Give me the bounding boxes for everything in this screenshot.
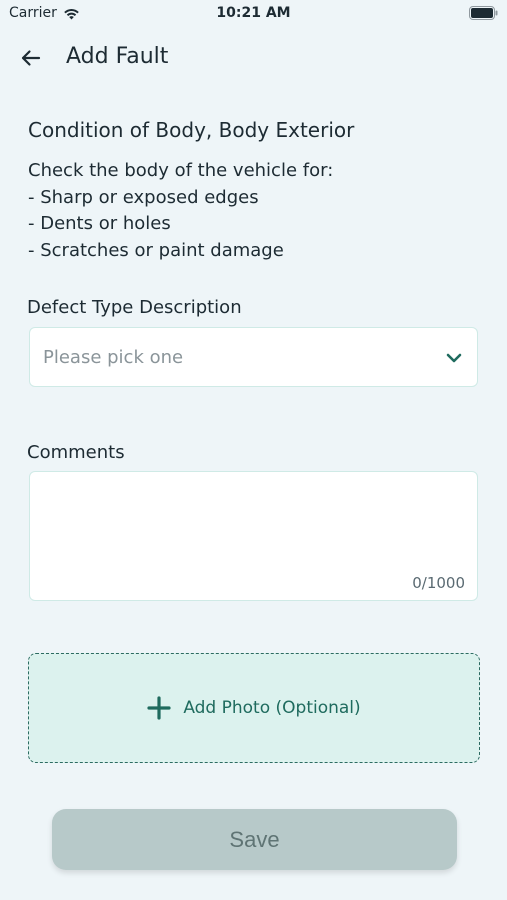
instructions: Check the body of the vehicle for: - Sha… xyxy=(28,158,333,264)
defect-type-select[interactable]: Please pick one xyxy=(29,327,478,387)
instruction-item: - Sharp or exposed edges xyxy=(28,186,259,208)
add-photo-label: Add Photo (Optional) xyxy=(183,698,361,718)
comments-textarea[interactable]: 0/1000 xyxy=(29,471,478,601)
add-fault-screen: Carrier 10:21 AM Add Fault Condition of … xyxy=(0,0,507,900)
status-bar: Carrier 10:21 AM xyxy=(0,0,507,28)
section-title: Condition of Body, Body Exterior xyxy=(28,118,355,142)
clock: 10:21 AM xyxy=(216,5,291,21)
comments-label: Comments xyxy=(27,442,125,463)
page-title: Add Fault xyxy=(66,44,169,69)
add-photo-button[interactable]: Add Photo (Optional) xyxy=(28,653,480,763)
defect-type-label: Defect Type Description xyxy=(27,297,242,318)
add-photo-content: Add Photo (Optional) xyxy=(29,654,479,762)
header: Add Fault xyxy=(0,36,507,80)
instruction-item: - Scratches or paint damage xyxy=(28,239,284,261)
instruction-item: - Dents or holes xyxy=(28,213,171,234)
plus-icon xyxy=(147,696,171,720)
arrow-left-icon[interactable] xyxy=(18,45,44,71)
chevron-down-icon xyxy=(446,353,462,363)
defect-type-placeholder: Please pick one xyxy=(43,347,184,368)
instructions-intro: Check the body of the vehicle for: xyxy=(28,160,334,181)
battery-icon xyxy=(469,6,498,20)
save-label: Save xyxy=(229,826,280,852)
char-counter: 0/1000 xyxy=(412,574,465,592)
save-button[interactable]: Save xyxy=(52,809,457,870)
